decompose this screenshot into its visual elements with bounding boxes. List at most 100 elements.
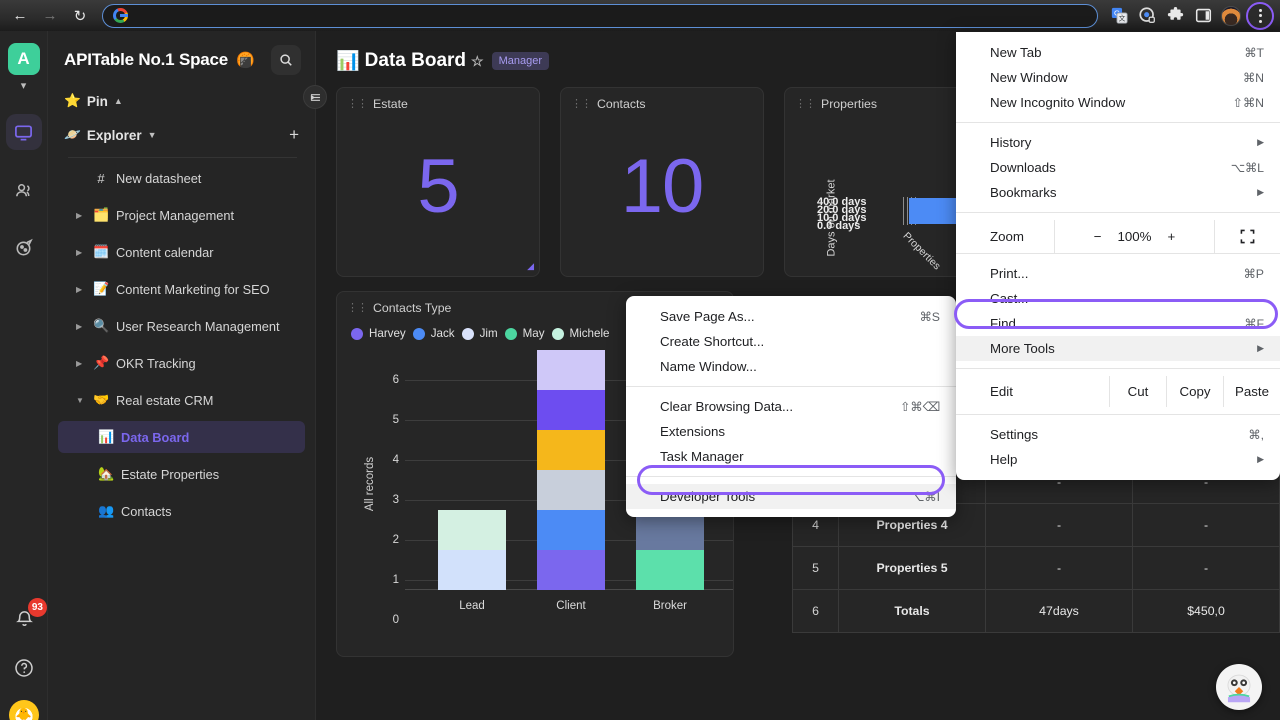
menu-item-new-tab[interactable]: New Tab ⌘T: [956, 40, 1280, 65]
menu-item-label: Help: [990, 452, 1018, 467]
forward-icon[interactable]: →: [36, 2, 64, 30]
menu-item-task-manager[interactable]: Task Manager: [626, 444, 956, 469]
translate-icon[interactable]: G文: [1106, 3, 1132, 29]
chevron-down-icon[interactable]: ▼: [76, 396, 86, 405]
members-icon[interactable]: [6, 172, 42, 208]
pin-section-header[interactable]: ⭐ Pin ▲: [58, 85, 305, 117]
user-avatar[interactable]: 🐥: [9, 700, 39, 720]
bar-segment: [537, 390, 605, 430]
tree-item-data-board[interactable]: 📊 Data Board: [58, 421, 305, 453]
menu-item-find[interactable]: Find... ⌘F: [956, 311, 1280, 336]
reload-icon[interactable]: ↻: [66, 2, 94, 30]
side-panel-icon[interactable]: [1190, 3, 1216, 29]
help-icon[interactable]: [6, 650, 42, 686]
address-bar[interactable]: [102, 3, 1098, 28]
bar-lead[interactable]: [438, 510, 506, 590]
legend-item[interactable]: Harvey: [351, 327, 406, 340]
copy-button[interactable]: Copy: [1166, 376, 1223, 407]
tree-item-contacts[interactable]: 👥 Contacts: [58, 495, 305, 527]
legend-label: May: [522, 327, 545, 340]
widget-contacts[interactable]: ⋮⋮ Contacts 10: [560, 87, 764, 277]
chevron-right-icon[interactable]: ▶: [76, 359, 86, 368]
space-avatar[interactable]: A: [7, 43, 40, 75]
profile-avatar[interactable]: [1218, 3, 1244, 29]
menu-item-bookmarks[interactable]: Bookmarks ▶: [956, 180, 1280, 205]
chevron-right-icon[interactable]: ▶: [76, 248, 86, 257]
bar-segment: [537, 510, 605, 550]
menu-item-print[interactable]: Print... ⌘P: [956, 261, 1280, 286]
menu-item-accel: ⌘,: [1248, 427, 1264, 442]
zoom-out-button[interactable]: −: [1094, 229, 1102, 244]
add-node-button[interactable]: +: [289, 125, 299, 145]
tree-item-content-calendar[interactable]: ▶ 🗓️ Content calendar: [58, 236, 305, 268]
menu-item-create-shortcut[interactable]: Create Shortcut...: [626, 329, 956, 354]
table-row-totals[interactable]: 6 Totals 47days $450,0: [792, 589, 1280, 633]
tree-item-estate-properties[interactable]: 🏡 Estate Properties: [58, 458, 305, 490]
menu-item-new-incognito-window[interactable]: New Incognito Window ⇧⌘N: [956, 90, 1280, 115]
favorite-star-icon[interactable]: ☆: [471, 53, 484, 70]
menu-item-name-window[interactable]: Name Window...: [626, 354, 956, 379]
drag-handle-icon[interactable]: ⋮⋮: [347, 302, 368, 314]
widget-header: ⋮⋮ Estate: [337, 88, 539, 115]
zoom-level-value: 100%: [1117, 229, 1152, 244]
legend-swatch: [412, 327, 425, 340]
collapse-sidebar-icon[interactable]: [303, 85, 327, 109]
sidebar-divider: [68, 157, 297, 158]
space-switch-chevron-icon[interactable]: ▾: [21, 79, 27, 92]
x-tick: Client: [556, 600, 586, 612]
menu-item-new-window[interactable]: New Window ⌘N: [956, 65, 1280, 90]
assistant-mascot-icon[interactable]: [1216, 664, 1262, 710]
lens-icon[interactable]: [1134, 3, 1160, 29]
chevron-right-icon[interactable]: ▶: [76, 211, 86, 220]
table-row[interactable]: 5 Properties 5 - -: [792, 546, 1280, 590]
back-icon[interactable]: ←: [6, 2, 34, 30]
menu-separator: [956, 368, 1280, 369]
chevron-down-icon[interactable]: ▼: [148, 130, 157, 140]
tree-item-project-management[interactable]: ▶ 🗂️ Project Management: [58, 199, 305, 231]
menu-item-save-page-as[interactable]: Save Page As... ⌘S: [626, 304, 956, 329]
legend-swatch: [504, 327, 517, 340]
chevron-up-icon[interactable]: ▲: [114, 96, 123, 106]
menu-item-extensions[interactable]: Extensions: [626, 419, 956, 444]
legend-item[interactable]: May: [504, 327, 545, 340]
legend-item[interactable]: Jim: [461, 327, 498, 340]
legend-item[interactable]: Michele: [551, 327, 609, 340]
tree-item-okr-tracking[interactable]: ▶ 📌 OKR Tracking: [58, 347, 305, 379]
tree-item-real-estate-crm[interactable]: ▼ 🤝 Real estate CRM: [58, 384, 305, 416]
zoom-in-button[interactable]: +: [1168, 229, 1176, 244]
resize-handle-icon[interactable]: ◢: [527, 261, 534, 272]
tree-item-user-research-management[interactable]: ▶ 🔍 User Research Management: [58, 310, 305, 342]
tree-item-new-datasheet[interactable]: # New datasheet: [58, 162, 305, 194]
drag-handle-icon[interactable]: ⋮⋮: [347, 98, 368, 110]
notifications-bell-icon[interactable]: 93: [6, 598, 47, 636]
legend-item[interactable]: Jack: [412, 327, 455, 340]
menu-item-downloads[interactable]: Downloads ⌥⌘L: [956, 155, 1280, 180]
menu-item-history[interactable]: History ▶: [956, 130, 1280, 155]
widget-estate[interactable]: ⋮⋮ Estate 5 ◢: [336, 87, 540, 277]
drag-handle-icon[interactable]: ⋮⋮: [571, 98, 592, 110]
bar-client[interactable]: [537, 350, 605, 590]
workbench-icon[interactable]: [5, 114, 42, 150]
fullscreen-icon[interactable]: [1214, 220, 1280, 253]
paste-button[interactable]: Paste: [1223, 376, 1280, 407]
menu-item-more-tools[interactable]: More Tools ▶: [956, 336, 1280, 361]
tree-item-content-marketing-for-seo[interactable]: ▶ 📝 Content Marketing for SEO: [58, 273, 305, 305]
menu-item-developer-tools[interactable]: Developer Tools ⌥⌘I: [626, 484, 956, 509]
menu-item-label: Clear Browsing Data...: [660, 399, 794, 414]
bar-broker[interactable]: [636, 510, 704, 590]
drag-handle-icon[interactable]: ⋮⋮: [795, 98, 816, 110]
chevron-right-icon[interactable]: ▶: [76, 322, 86, 331]
pin-emoji: ⭐: [64, 93, 81, 108]
search-icon[interactable]: [271, 45, 301, 75]
menu-item-cast[interactable]: Cast...: [956, 286, 1280, 311]
chrome-menu-kebab[interactable]: [1246, 1, 1274, 30]
menu-item-clear-browsing-data[interactable]: Clear Browsing Data... ⇧⌘⌫: [626, 394, 956, 419]
chevron-right-icon[interactable]: ▶: [76, 285, 86, 294]
extensions-icon[interactable]: [1162, 3, 1188, 29]
explorer-section-header[interactable]: 🪐 Explorer ▼ +: [58, 117, 305, 153]
cut-button[interactable]: Cut: [1109, 376, 1166, 407]
menu-item-help[interactable]: Help ▶: [956, 447, 1280, 472]
legend-swatch: [551, 327, 564, 340]
automation-icon[interactable]: [6, 230, 42, 266]
menu-item-settings[interactable]: Settings ⌘,: [956, 422, 1280, 447]
